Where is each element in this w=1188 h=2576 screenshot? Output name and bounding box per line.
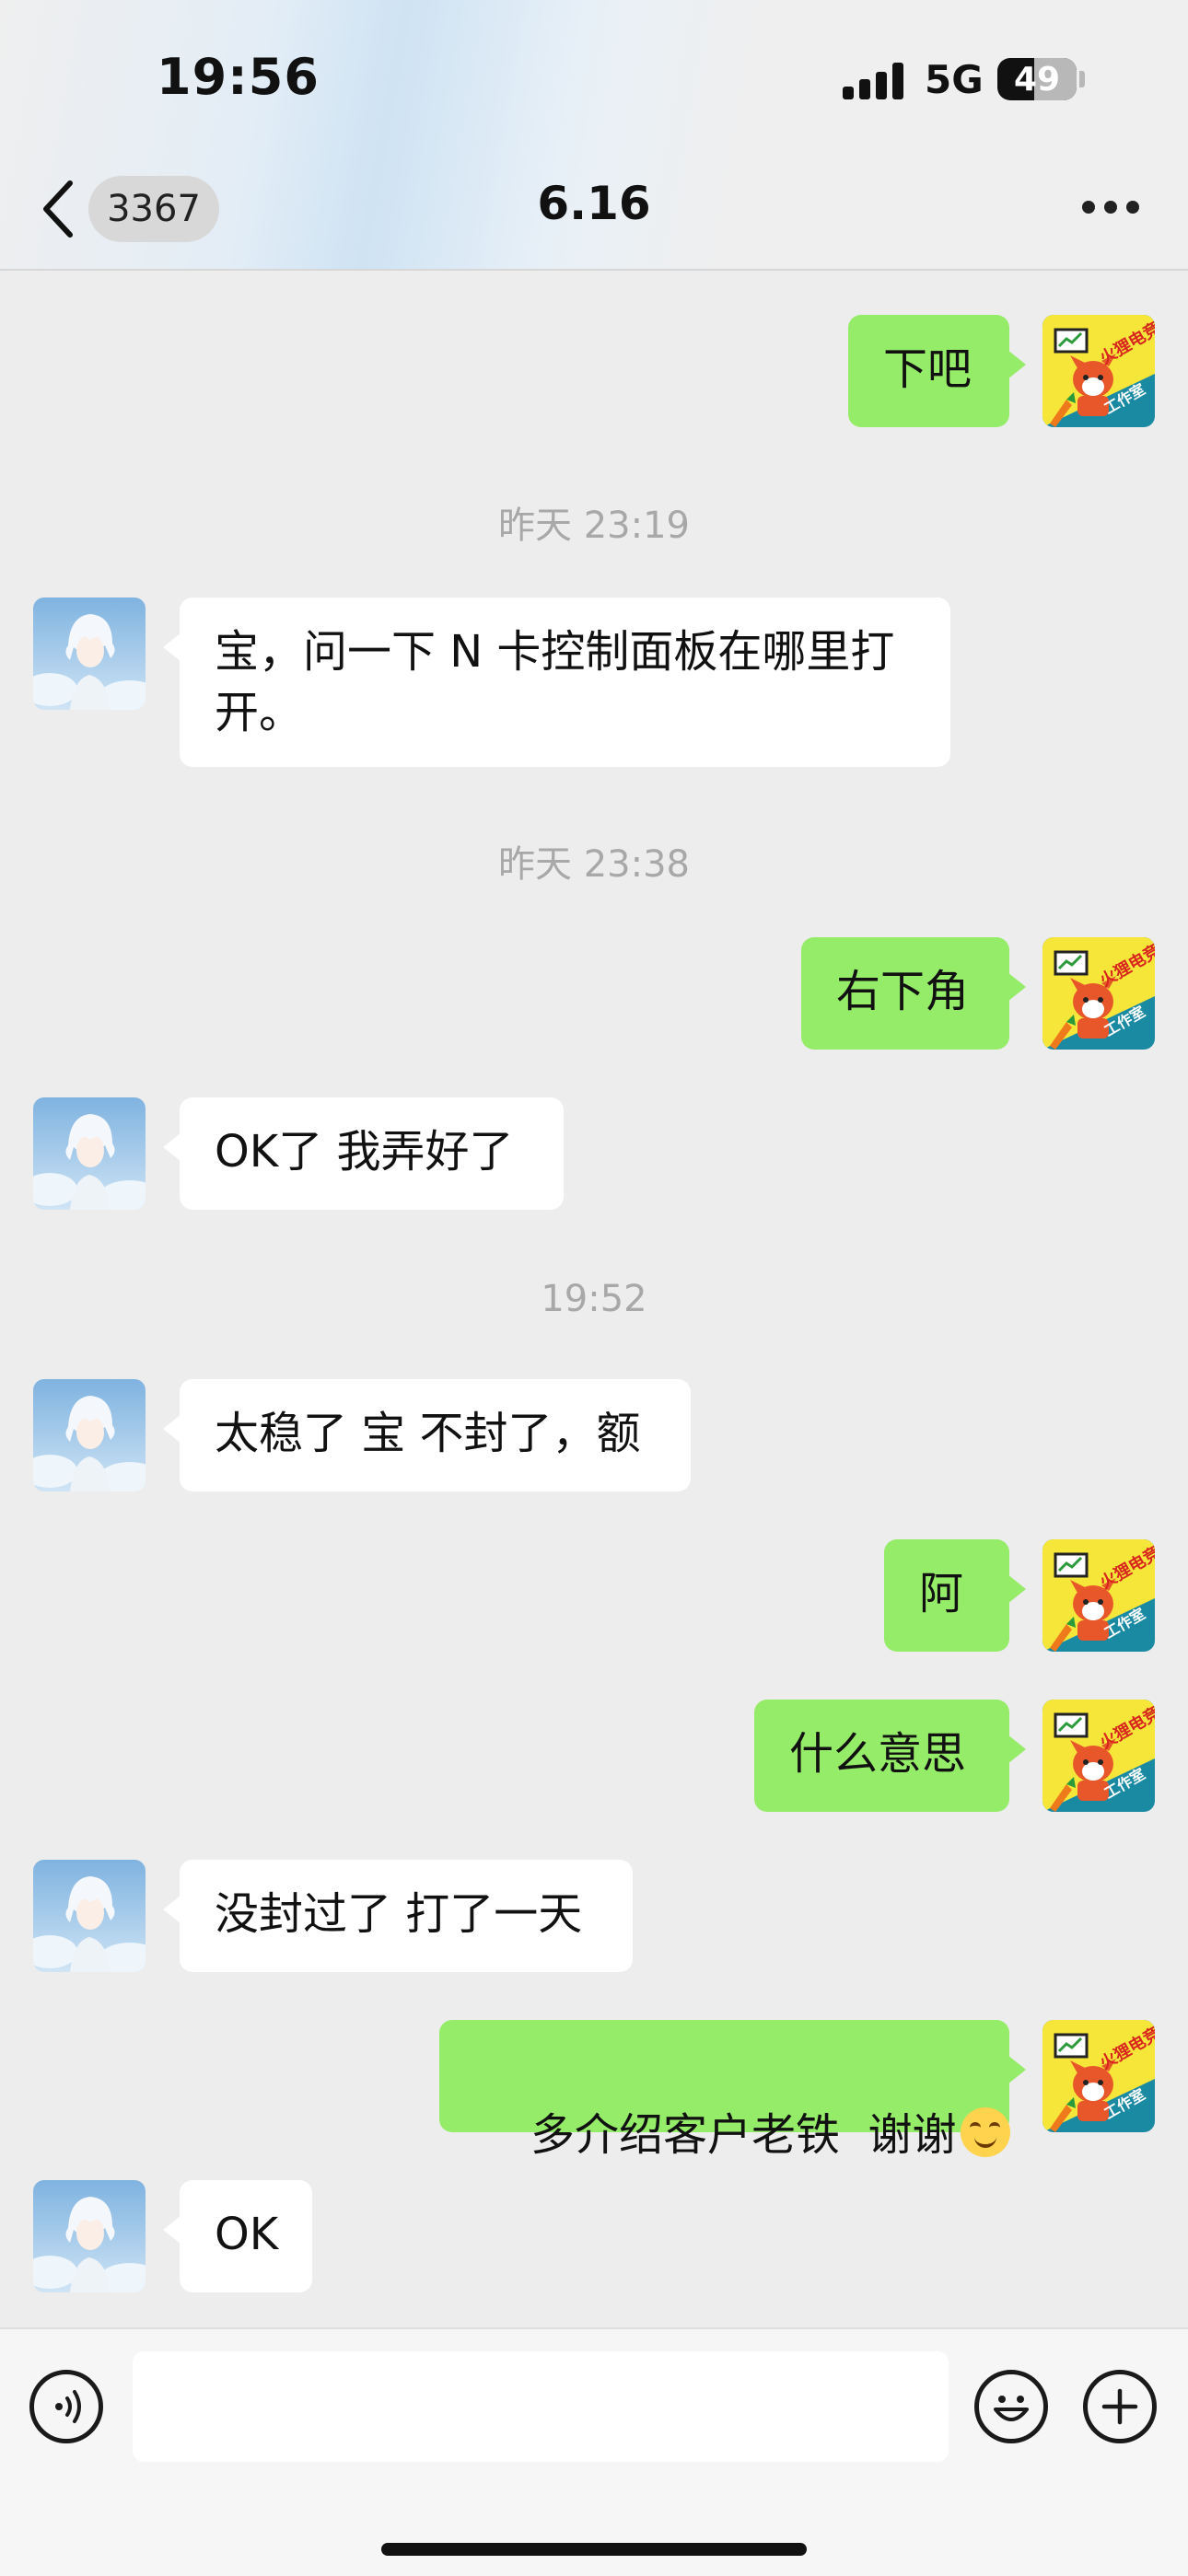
timestamp: 昨天 23:19 bbox=[498, 505, 690, 547]
message-text: 右下角 bbox=[836, 966, 970, 1017]
message-bubble-outgoing[interactable]: 阿 bbox=[884, 1539, 1026, 1652]
contact-avatar[interactable] bbox=[33, 1860, 146, 1972]
voice-icon bbox=[55, 2390, 81, 2423]
message-text-line: 开。 bbox=[215, 687, 304, 738]
message-text: 太稳了 宝 不封了，额 bbox=[215, 1408, 641, 1459]
status-time: 19:56 bbox=[157, 48, 320, 106]
contact-avatar[interactable] bbox=[33, 2180, 146, 2292]
input-bar bbox=[0, 2327, 1188, 2576]
message-bubble-incoming[interactable]: OK了 我弄好了 bbox=[163, 1097, 564, 1210]
home-indicator[interactable] bbox=[381, 2543, 807, 2556]
flushed-smile-emoji-icon bbox=[960, 2107, 1010, 2157]
message-input[interactable] bbox=[133, 2351, 949, 2462]
message-bubble-outgoing[interactable]: 多介绍客户老铁 谢谢 bbox=[439, 2020, 1026, 2161]
contact-avatar[interactable] bbox=[33, 598, 146, 710]
battery-cap bbox=[1079, 71, 1085, 87]
contact-avatar[interactable] bbox=[33, 1097, 146, 1210]
message-text: 没封过了 打了一天 bbox=[215, 1888, 583, 1940]
timestamp: 19:52 bbox=[541, 1278, 647, 1320]
more-functions-button[interactable] bbox=[1083, 2370, 1157, 2443]
message-bubble-outgoing[interactable]: 下吧 bbox=[848, 315, 1026, 427]
contact-avatar[interactable] bbox=[33, 1379, 146, 1491]
self-avatar[interactable] bbox=[1042, 2020, 1155, 2132]
voice-input-button[interactable] bbox=[29, 2370, 103, 2443]
network-type: 5G bbox=[925, 57, 984, 102]
message-bubble-incoming[interactable]: 宝，问一下 N 卡控制面板在哪里打 开。 bbox=[163, 598, 950, 767]
self-avatar[interactable] bbox=[1042, 315, 1155, 427]
message-bubble-outgoing[interactable]: 右下角 bbox=[801, 937, 1026, 1050]
smiley-icon bbox=[994, 2396, 1029, 2421]
message-text: 阿 bbox=[919, 1568, 964, 1619]
battery-icon: 49 bbox=[997, 58, 1077, 100]
message-text: 什么意思 bbox=[789, 1728, 967, 1780]
more-options-icon[interactable] bbox=[1082, 201, 1139, 217]
message-bubble-incoming[interactable]: 没封过了 打了一天 bbox=[163, 1860, 633, 1972]
timestamp: 昨天 23:38 bbox=[498, 843, 690, 886]
chat-header: 19:56 5G 49 3367 6.16 bbox=[0, 0, 1188, 271]
self-avatar[interactable] bbox=[1042, 1539, 1155, 1652]
message-text: 下吧 bbox=[883, 343, 973, 395]
message-bubble-outgoing[interactable]: 什么意思 bbox=[754, 1700, 1026, 1812]
self-avatar[interactable] bbox=[1042, 1700, 1155, 1812]
self-avatar[interactable] bbox=[1042, 937, 1155, 1050]
message-text: 多介绍客户老铁 谢谢 bbox=[530, 2109, 957, 2161]
message-text-line: 宝，问一下 N 卡控制面板在哪里打 bbox=[215, 626, 895, 678]
plus-icon bbox=[1101, 2388, 1138, 2425]
battery-level: 49 bbox=[1013, 61, 1061, 99]
chat-title: 6.16 bbox=[537, 177, 651, 230]
message-bubble-incoming[interactable]: 太稳了 宝 不封了，额 bbox=[163, 1379, 691, 1491]
emoji-button[interactable] bbox=[974, 2370, 1048, 2443]
message-text: OK了 我弄好了 bbox=[215, 1126, 514, 1178]
message-bubble-incoming[interactable]: OK bbox=[163, 2180, 312, 2292]
chat-message-list[interactable]: 下吧 昨天 23:19 宝，问一下 N 卡控制面板在哪里打 开。 昨天 23:3… bbox=[0, 271, 1188, 2327]
signal-icon bbox=[843, 63, 905, 99]
message-text: OK bbox=[215, 2209, 279, 2260]
